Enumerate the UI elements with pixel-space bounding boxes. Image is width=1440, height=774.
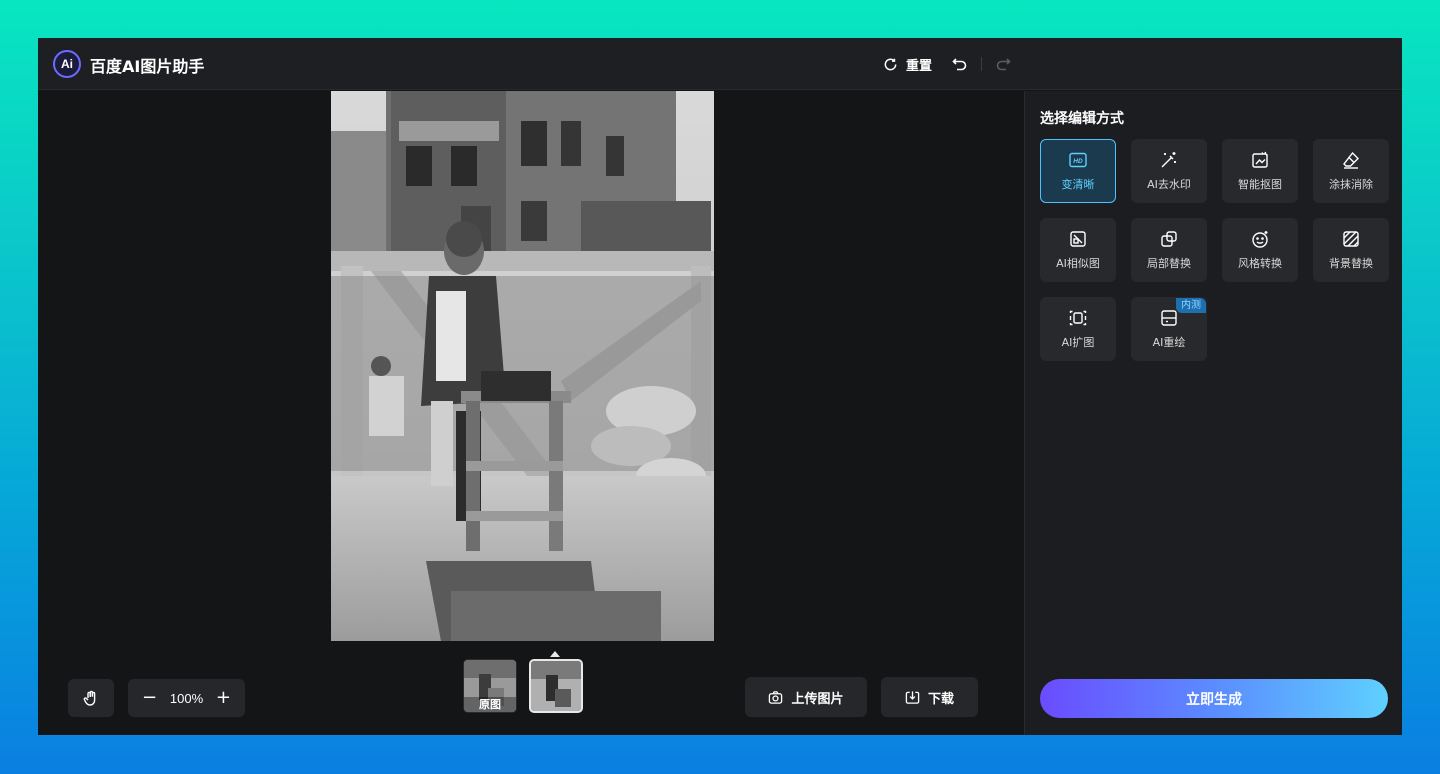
tool-partial-replace[interactable]: 局部替换 bbox=[1131, 218, 1207, 282]
hand-icon bbox=[83, 690, 96, 706]
undo-icon[interactable] bbox=[952, 56, 968, 72]
thumbnail-image bbox=[531, 661, 581, 711]
thumbnail-original[interactable]: 原图 bbox=[463, 659, 517, 713]
redraw-icon bbox=[1161, 310, 1177, 326]
tool-redraw[interactable]: 内测 AI重绘 bbox=[1131, 297, 1207, 361]
zoom-out-button[interactable]: − bbox=[142, 689, 157, 707]
history-actions: 重置 bbox=[883, 52, 1011, 76]
tool-background-replace[interactable]: 背景替换 bbox=[1313, 218, 1389, 282]
partial-replace-icon bbox=[1161, 231, 1177, 247]
tool-label: 局部替换 bbox=[1147, 257, 1191, 270]
upload-label: 上传图片 bbox=[791, 691, 844, 707]
tool-label: 背景替换 bbox=[1329, 257, 1373, 270]
beta-badge: 内测 bbox=[1176, 298, 1206, 313]
thumbnail-label: 原图 bbox=[464, 697, 516, 712]
tool-label: AI扩图 bbox=[1061, 336, 1095, 349]
tool-smart-cutout[interactable]: 智能抠图 bbox=[1222, 139, 1298, 203]
photo-illustration bbox=[331, 91, 714, 641]
svg-text:HD: HD bbox=[1073, 158, 1083, 165]
reset-label: 重置 bbox=[906, 58, 933, 74]
magic-wand-icon bbox=[1161, 152, 1176, 168]
tool-expand[interactable]: AI扩图 bbox=[1040, 297, 1116, 361]
thumbnail-result[interactable] bbox=[529, 659, 583, 713]
redo-icon[interactable] bbox=[995, 56, 1011, 72]
logo-text: Ai bbox=[61, 57, 73, 71]
app-logo: Ai bbox=[53, 50, 81, 78]
active-thumbnail-indicator bbox=[550, 651, 560, 657]
expand-icon bbox=[1069, 310, 1087, 326]
version-thumbnails: 原图 bbox=[463, 659, 583, 713]
similar-image-icon bbox=[1070, 231, 1086, 247]
reset-icon bbox=[884, 58, 897, 70]
edit-mode-panel: 选择编辑方式 HD 变清晰 AI去水印 智能抠图 涂抹消除 AI相似图 局部替换… bbox=[1024, 91, 1402, 735]
download-button[interactable]: 下载 bbox=[881, 677, 978, 717]
tool-label: AI相似图 bbox=[1056, 257, 1100, 270]
tool-remove-watermark[interactable]: AI去水印 bbox=[1131, 139, 1207, 203]
divider bbox=[981, 57, 983, 71]
pan-tool-button[interactable] bbox=[68, 679, 114, 717]
tool-erase[interactable]: 涂抹消除 bbox=[1313, 139, 1389, 203]
tool-style-transfer[interactable]: 风格转换 bbox=[1222, 218, 1298, 282]
upload-image-button[interactable]: 上传图片 bbox=[745, 677, 867, 717]
tool-label: 变清晰 bbox=[1061, 178, 1095, 191]
top-bar: Ai 百度AI图片助手 重置 bbox=[38, 38, 1402, 90]
tool-similar-image[interactable]: AI相似图 bbox=[1040, 218, 1116, 282]
camera-icon bbox=[769, 690, 783, 704]
tool-label: AI去水印 bbox=[1147, 178, 1191, 191]
tool-label: AI重绘 bbox=[1152, 336, 1186, 349]
tool-label: 风格转换 bbox=[1238, 257, 1282, 270]
tool-grid: HD 变清晰 AI去水印 智能抠图 涂抹消除 AI相似图 局部替换 风格转换 背… bbox=[1040, 139, 1389, 361]
zoom-in-button[interactable]: + bbox=[216, 689, 231, 707]
app-title: 百度AI图片助手 bbox=[90, 57, 205, 76]
tool-label: 涂抹消除 bbox=[1329, 178, 1373, 191]
cutout-icon bbox=[1252, 151, 1268, 168]
eraser-icon bbox=[1343, 151, 1359, 169]
download-label: 下载 bbox=[927, 691, 954, 707]
reset-button[interactable]: 重置 bbox=[883, 55, 932, 74]
style-transfer-icon bbox=[1252, 231, 1268, 248]
zoom-control: − 100% + bbox=[128, 679, 245, 717]
zoom-level: 100% bbox=[169, 690, 204, 706]
tool-label: 智能抠图 bbox=[1238, 178, 1282, 191]
background-replace-icon bbox=[1343, 231, 1359, 247]
panel-title: 选择编辑方式 bbox=[1040, 111, 1124, 127]
download-icon bbox=[905, 690, 920, 704]
hd-icon: HD bbox=[1069, 152, 1087, 168]
generate-button[interactable]: 立即生成 bbox=[1040, 679, 1388, 718]
app-window: Ai 百度AI图片助手 重置 原图 − 100% + 上传图片 下载 选择编辑方… bbox=[38, 38, 1402, 735]
edited-photo[interactable] bbox=[331, 91, 714, 641]
tool-enhance[interactable]: HD 变清晰 bbox=[1040, 139, 1116, 203]
image-canvas[interactable]: 原图 − 100% + 上传图片 下载 bbox=[38, 91, 1023, 735]
